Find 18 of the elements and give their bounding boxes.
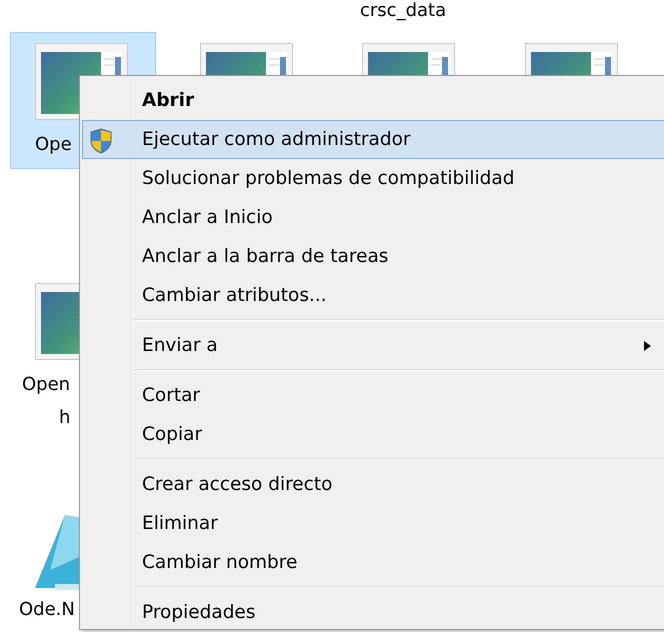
- icon-label: Open: [22, 374, 70, 395]
- menu-item[interactable]: Cortar: [82, 376, 664, 415]
- menu-item[interactable]: Copiar: [82, 415, 664, 454]
- icon-label: h: [59, 407, 70, 428]
- menu-item[interactable]: Abrir: [82, 81, 664, 120]
- icon-label: Ope: [35, 134, 72, 155]
- menu-item[interactable]: Crear acceso directo: [82, 465, 664, 504]
- icon-label: Ode.N: [19, 599, 75, 620]
- menu-item[interactable]: Eliminar: [82, 504, 664, 543]
- menu-item[interactable]: Ejecutar como administrador: [82, 120, 664, 159]
- menu-item[interactable]: Solucionar problemas de compatibilidad: [82, 159, 664, 198]
- menu-item[interactable]: Anclar a Inicio: [82, 198, 664, 237]
- icon-label: crsc_data: [360, 1, 446, 21]
- menu-item[interactable]: Cambiar nombre: [82, 543, 664, 582]
- menu-item[interactable]: Propiedades: [82, 593, 664, 632]
- menu-item[interactable]: Anclar a la barra de tareas: [82, 237, 664, 276]
- menu-item[interactable]: Cambiar atributos...: [82, 276, 664, 315]
- menu-item[interactable]: Enviar a: [82, 326, 664, 365]
